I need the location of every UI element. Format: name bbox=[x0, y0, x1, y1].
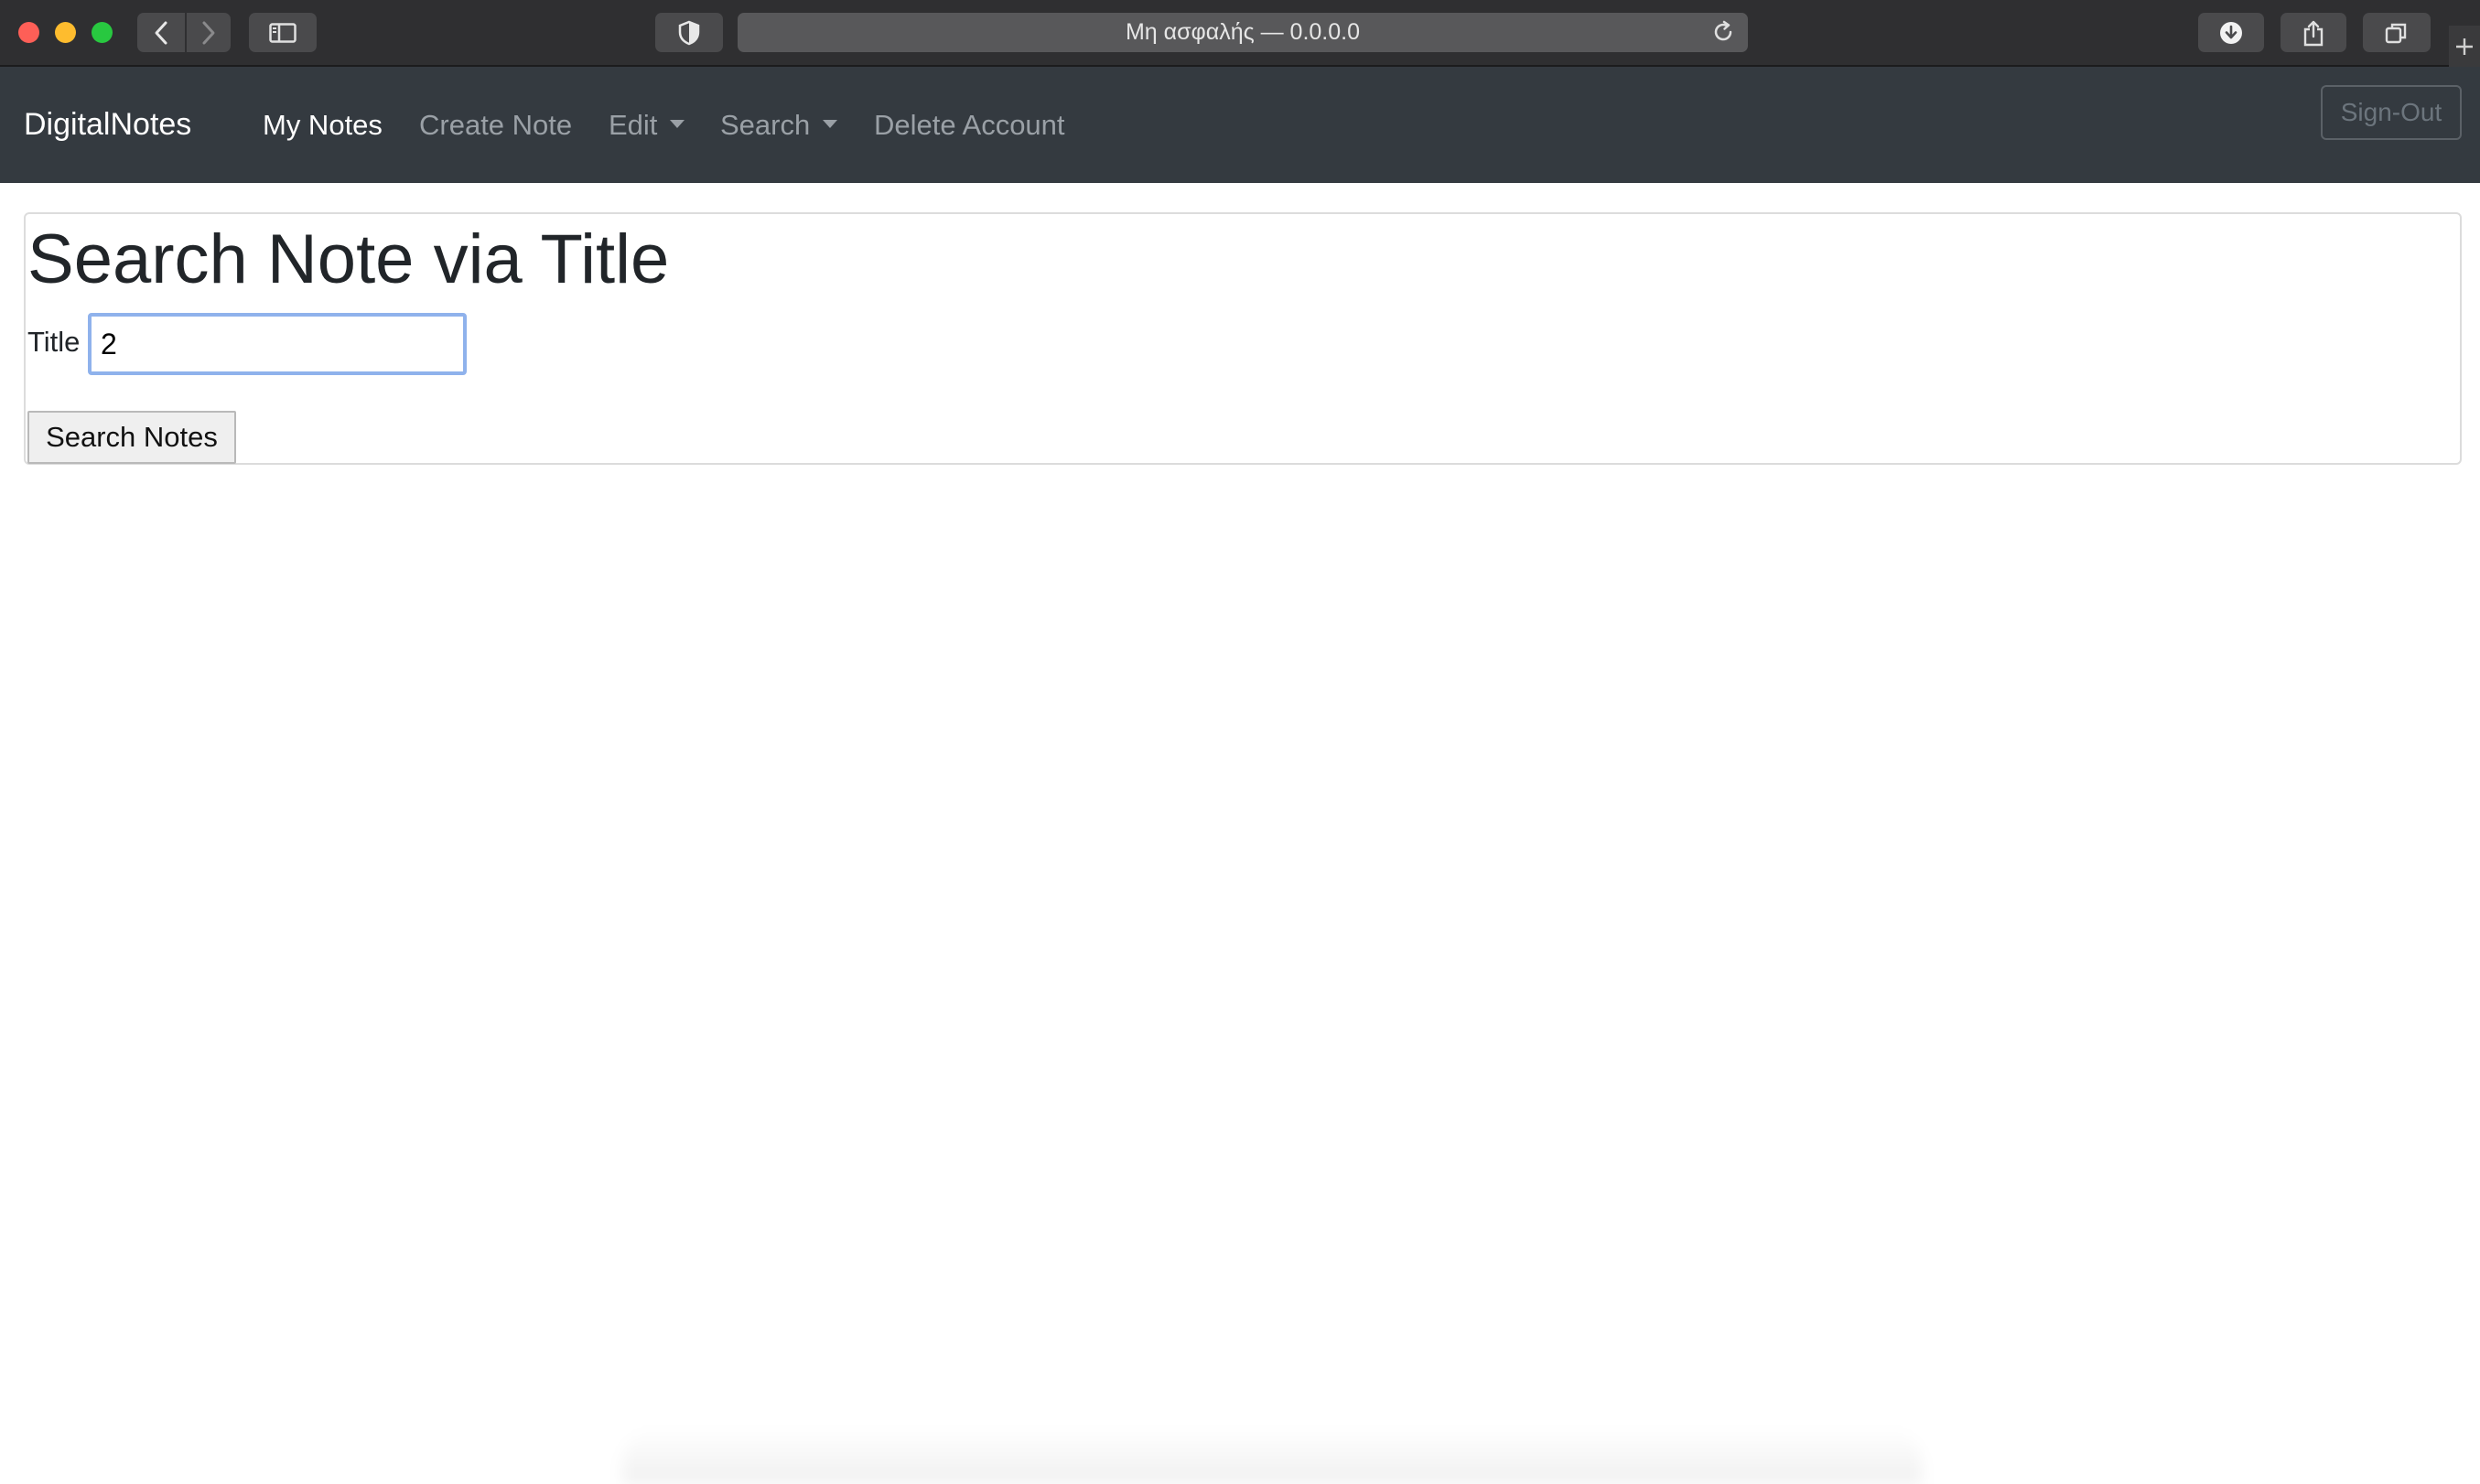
window-maximize-button[interactable] bbox=[92, 22, 113, 43]
app-navbar: DigitalNotes My Notes Create Note Edit S… bbox=[0, 67, 2480, 183]
reload-icon[interactable] bbox=[1711, 20, 1735, 44]
window-minimize-button[interactable] bbox=[55, 22, 76, 43]
brand-logo[interactable]: DigitalNotes bbox=[24, 107, 191, 143]
nav-item-search-dropdown[interactable]: Search bbox=[720, 109, 838, 142]
chevron-down-icon bbox=[823, 120, 838, 129]
share-button[interactable] bbox=[2281, 13, 2346, 52]
shield-icon bbox=[678, 20, 700, 45]
forward-button[interactable] bbox=[187, 13, 231, 52]
chevron-down-icon bbox=[670, 120, 685, 129]
sidebar-icon bbox=[269, 22, 297, 43]
privacy-report-button[interactable] bbox=[655, 13, 723, 52]
window-bottom-shadow bbox=[622, 1427, 1922, 1484]
nav-item-edit-dropdown[interactable]: Edit bbox=[609, 109, 685, 142]
page-title: Search Note via Title bbox=[27, 220, 670, 298]
tab-overview-button[interactable] bbox=[2363, 13, 2431, 52]
address-bar[interactable]: Μη ασφαλής — 0.0.0.0 bbox=[738, 13, 1748, 52]
nav-item-create-note[interactable]: Create Note bbox=[419, 109, 572, 142]
new-tab-icon bbox=[2456, 38, 2473, 55]
title-field-label: Title bbox=[27, 326, 81, 358]
share-icon bbox=[2303, 20, 2324, 46]
download-icon bbox=[2220, 21, 2242, 44]
downloads-button[interactable] bbox=[2198, 13, 2264, 52]
title-search-input[interactable] bbox=[88, 313, 467, 375]
forward-icon bbox=[202, 21, 215, 44]
browser-toolbar: Μη ασφαλής — 0.0.0.0 bbox=[0, 0, 2480, 67]
nav-item-search-label: Search bbox=[720, 109, 811, 141]
nav-item-my-notes[interactable]: My Notes bbox=[263, 109, 383, 142]
window-close-button[interactable] bbox=[18, 22, 39, 43]
new-tab-button[interactable] bbox=[2449, 26, 2480, 67]
sidebar-toggle-button[interactable] bbox=[249, 13, 317, 52]
back-button[interactable] bbox=[137, 13, 185, 52]
back-icon bbox=[155, 21, 167, 44]
sign-out-button[interactable]: Sign-Out bbox=[2321, 85, 2462, 140]
nav-item-delete-account[interactable]: Delete Account bbox=[874, 109, 1065, 142]
tabs-icon bbox=[2385, 23, 2407, 43]
search-form-card: Search Note via Title Title Search Notes bbox=[24, 212, 2462, 465]
search-notes-button[interactable]: Search Notes bbox=[27, 411, 236, 464]
address-text: Μη ασφαλής — 0.0.0.0 bbox=[1125, 19, 1361, 45]
nav-item-edit-label: Edit bbox=[609, 109, 658, 141]
